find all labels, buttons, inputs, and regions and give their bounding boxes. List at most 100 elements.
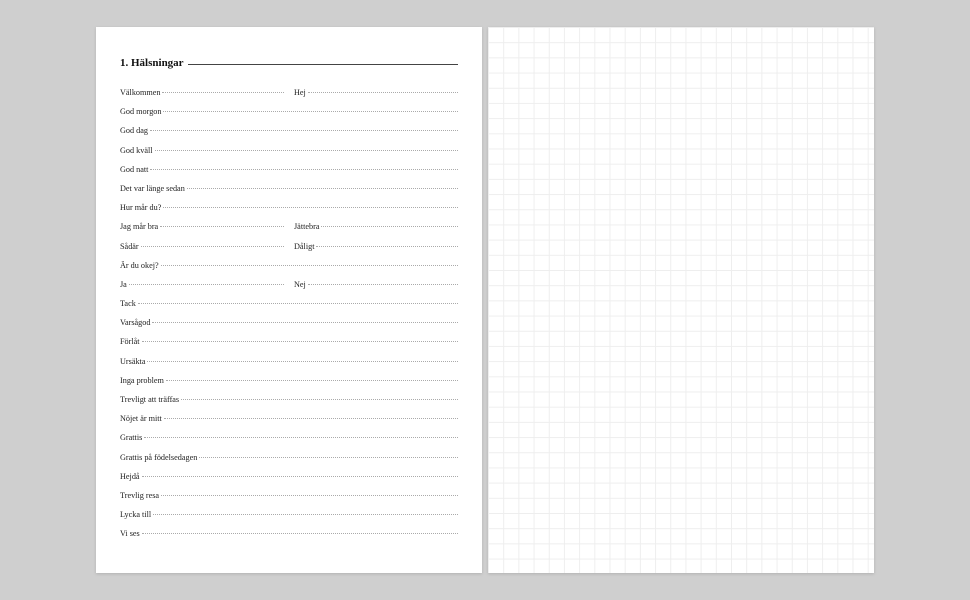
vocab-cell: Hejdå: [120, 467, 458, 486]
page-title-line: [188, 64, 458, 65]
vocab-row: Lycka till: [120, 505, 458, 524]
vocab-rows: Välkommen Hej God morgonGod dagGod kvällGo…: [120, 83, 458, 544]
dotted-line: [187, 188, 458, 189]
dotted-line: [141, 246, 284, 247]
vocab-word: Tack: [120, 294, 138, 313]
vocab-word: Ja: [120, 275, 129, 294]
vocab-word: Grattis på födelsedagen: [120, 448, 199, 467]
dotted-line: [161, 495, 458, 496]
vocab-row: Varsågod: [120, 313, 458, 332]
vocab-cell: Förlåt: [120, 332, 458, 351]
vocab-word: Hej: [294, 83, 308, 102]
vocab-word: Förlåt: [120, 332, 142, 351]
vocab-word: Trevlig resa: [120, 486, 161, 505]
vocab-word: God natt: [120, 160, 150, 179]
dotted-line: [163, 111, 458, 112]
vocab-cell: Trevlig resa: [120, 486, 458, 505]
vocab-row: God dag: [120, 121, 458, 140]
vocab-row: God natt: [120, 160, 458, 179]
dotted-line: [160, 226, 284, 227]
vocab-word: Nej: [294, 275, 308, 294]
dotted-line: [321, 226, 458, 227]
vocab-row: Grattis på födelsedagen: [120, 448, 458, 467]
vocab-word: Varsågod: [120, 313, 152, 332]
vocab-cell: Nej: [294, 275, 458, 294]
vocab-word: Grattis: [120, 428, 144, 447]
dotted-line: [308, 92, 458, 93]
vocab-word: Nöjet är mitt: [120, 409, 164, 428]
vocab-row: Hur mår du?: [120, 198, 458, 217]
vocab-row: Nöjet är mitt: [120, 409, 458, 428]
vocab-row: Ja Nej: [120, 275, 458, 294]
vocab-row: Trevlig resa: [120, 486, 458, 505]
page-title-text: 1. Hälsningar: [120, 57, 184, 69]
vocab-word: Det var länge sedan: [120, 179, 187, 198]
dotted-line: [129, 284, 284, 285]
vocab-row: God kväll: [120, 141, 458, 160]
vocab-cell: Välkommen: [120, 83, 284, 102]
vocab-cell: Inga problem: [120, 371, 458, 390]
vocab-word: Inga problem: [120, 371, 166, 390]
vocab-word: Sådär: [120, 237, 141, 256]
dotted-line: [152, 322, 458, 323]
vocab-cell: God morgon: [120, 102, 458, 121]
dotted-line: [316, 246, 458, 247]
dotted-line: [163, 207, 458, 208]
vocab-cell: Jag mår bra: [120, 217, 284, 236]
vocab-word: Trevligt att träffas: [120, 390, 181, 409]
vocab-word: Ursäkta: [120, 352, 147, 371]
dotted-line: [150, 169, 458, 170]
vocab-row: Sådär Dåligt: [120, 237, 458, 256]
vocab-cell: Lycka till: [120, 505, 458, 524]
vocab-cell: Är du okej?: [120, 256, 458, 275]
vocab-word: Dåligt: [294, 237, 316, 256]
right-page-grid: [488, 27, 874, 573]
vocab-row: Grattis: [120, 428, 458, 447]
dotted-line: [161, 265, 458, 266]
vocab-cell: Hur mår du?: [120, 198, 458, 217]
vocab-cell: Hej: [294, 83, 458, 102]
vocab-row: God morgon: [120, 102, 458, 121]
dotted-line: [166, 380, 458, 381]
vocab-cell: Jättebra: [294, 217, 458, 236]
dotted-line: [308, 284, 458, 285]
dotted-line: [142, 533, 458, 534]
vocab-cell: God natt: [120, 160, 458, 179]
dotted-line: [162, 92, 284, 93]
vocab-cell: Ja: [120, 275, 284, 294]
vocab-word: Välkommen: [120, 83, 162, 102]
vocab-word: Jag mår bra: [120, 217, 160, 236]
dotted-line: [155, 150, 458, 151]
dotted-line: [142, 341, 458, 342]
vocab-row: Tack: [120, 294, 458, 313]
vocab-row: Trevligt att träffas: [120, 390, 458, 409]
vocab-word: Lycka till: [120, 505, 153, 524]
vocab-cell: Nöjet är mitt: [120, 409, 458, 428]
vocab-row: Förlåt: [120, 332, 458, 351]
dotted-line: [138, 303, 458, 304]
vocab-word: Hejdå: [120, 467, 142, 486]
vocab-row: Välkommen Hej: [120, 83, 458, 102]
vocab-row: Ursäkta: [120, 352, 458, 371]
vocab-cell: Sådär: [120, 237, 284, 256]
vocab-row: Inga problem: [120, 371, 458, 390]
vocab-cell: Vi ses: [120, 524, 458, 543]
vocab-row: Hejdå: [120, 467, 458, 486]
vocab-row: Vi ses: [120, 524, 458, 543]
dotted-line: [181, 399, 458, 400]
vocab-cell: Varsågod: [120, 313, 458, 332]
vocab-cell: Dåligt: [294, 237, 458, 256]
vocab-row: Jag mår bra Jättebra: [120, 217, 458, 236]
vocab-cell: Tack: [120, 294, 458, 313]
vocab-row: Det var länge sedan: [120, 179, 458, 198]
page-spread: 1. Hälsningar VälkommenHejGod morgonGod …: [96, 27, 874, 573]
vocab-cell: Det var länge sedan: [120, 179, 458, 198]
left-page: 1. Hälsningar VälkommenHejGod morgonGod …: [96, 27, 482, 573]
vocab-cell: Grattis: [120, 428, 458, 447]
vocab-cell: Trevligt att träffas: [120, 390, 458, 409]
dotted-line: [144, 437, 458, 438]
dotted-line: [153, 514, 458, 515]
vocab-word: God morgon: [120, 102, 163, 121]
page-title: 1. Hälsningar: [120, 57, 458, 69]
vocab-cell: God dag: [120, 121, 458, 140]
